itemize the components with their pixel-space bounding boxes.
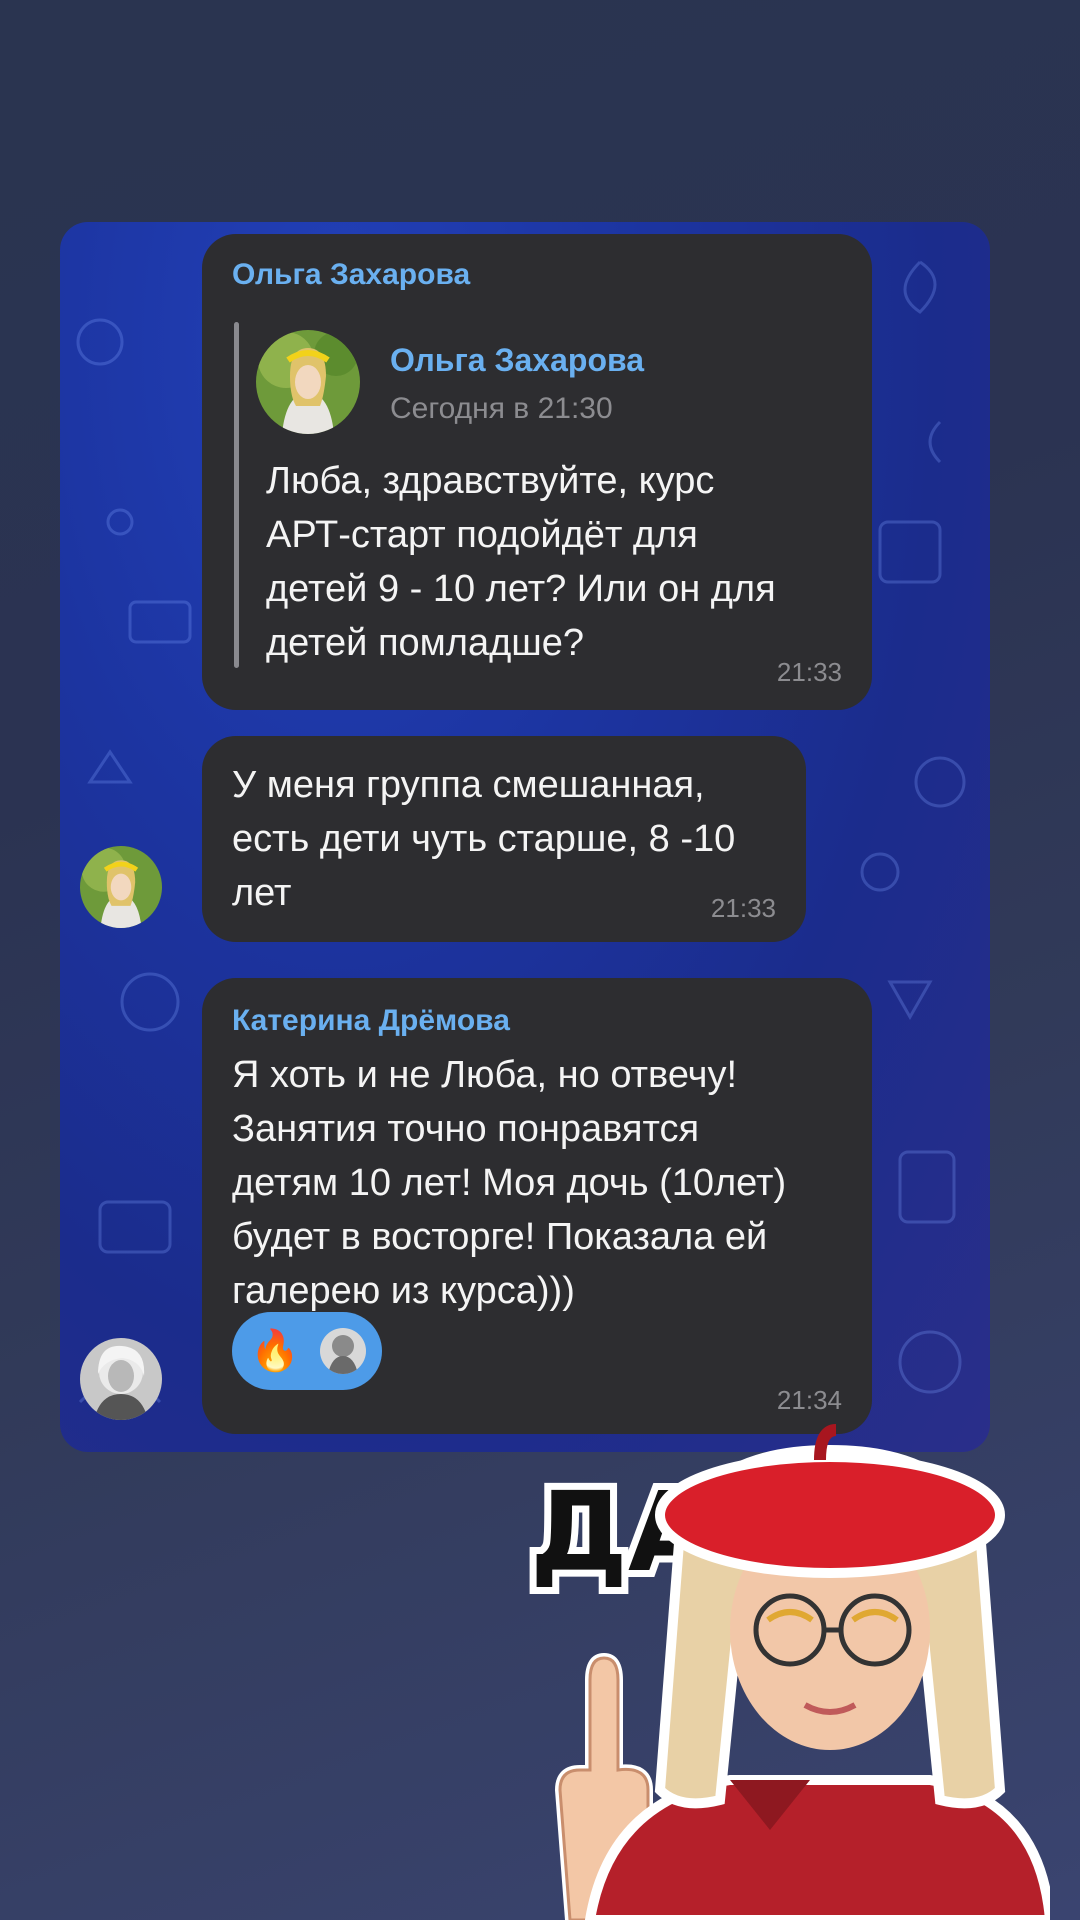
chat-panel: Ольга Захарова Ольга Захарова Сегодня в … xyxy=(60,222,990,1452)
quote-bar xyxy=(234,322,239,668)
sender-avatar-katerina[interactable] xyxy=(80,1338,162,1420)
message-time: 21:33 xyxy=(710,893,776,923)
sender-avatar-olga[interactable] xyxy=(80,846,162,928)
message-text: У меня группа смешанная, есть дети чуть … xyxy=(232,764,736,914)
sender-name[interactable]: Катерина Дрёмова xyxy=(232,1004,510,1038)
reply-author-avatar[interactable] xyxy=(256,330,360,434)
reply-date: Сегодня в 21:30 xyxy=(390,392,613,425)
message-time: 21:33 xyxy=(776,657,842,687)
message-text: Я хоть и не Люба, но отвечу! Занятия точ… xyxy=(232,1054,787,1312)
reactor-avatar xyxy=(320,1328,366,1374)
sender-name[interactable]: Ольга Захарова xyxy=(232,258,470,292)
girl-red-beret-sticker: ДА xyxy=(523,1424,1050,1920)
reaction-pill[interactable]: 🔥 xyxy=(232,1312,382,1390)
message-bubble-2[interactable]: У меня группа смешанная, есть дети чуть … xyxy=(202,736,806,942)
fire-reaction-icon: 🔥 xyxy=(250,1329,300,1373)
message-time: 21:34 xyxy=(776,1385,842,1415)
message-bubble-3[interactable]: Катерина Дрёмова Я хоть и не Люба, но от… xyxy=(202,978,872,1434)
message-bubble-1[interactable]: Ольга Захарова Ольга Захарова Сегодня в … xyxy=(202,234,872,710)
reply-author-name[interactable]: Ольга Захарова xyxy=(390,342,644,379)
reply-text: Люба, здравствуйте, курс АРТ-старт подой… xyxy=(266,460,776,664)
